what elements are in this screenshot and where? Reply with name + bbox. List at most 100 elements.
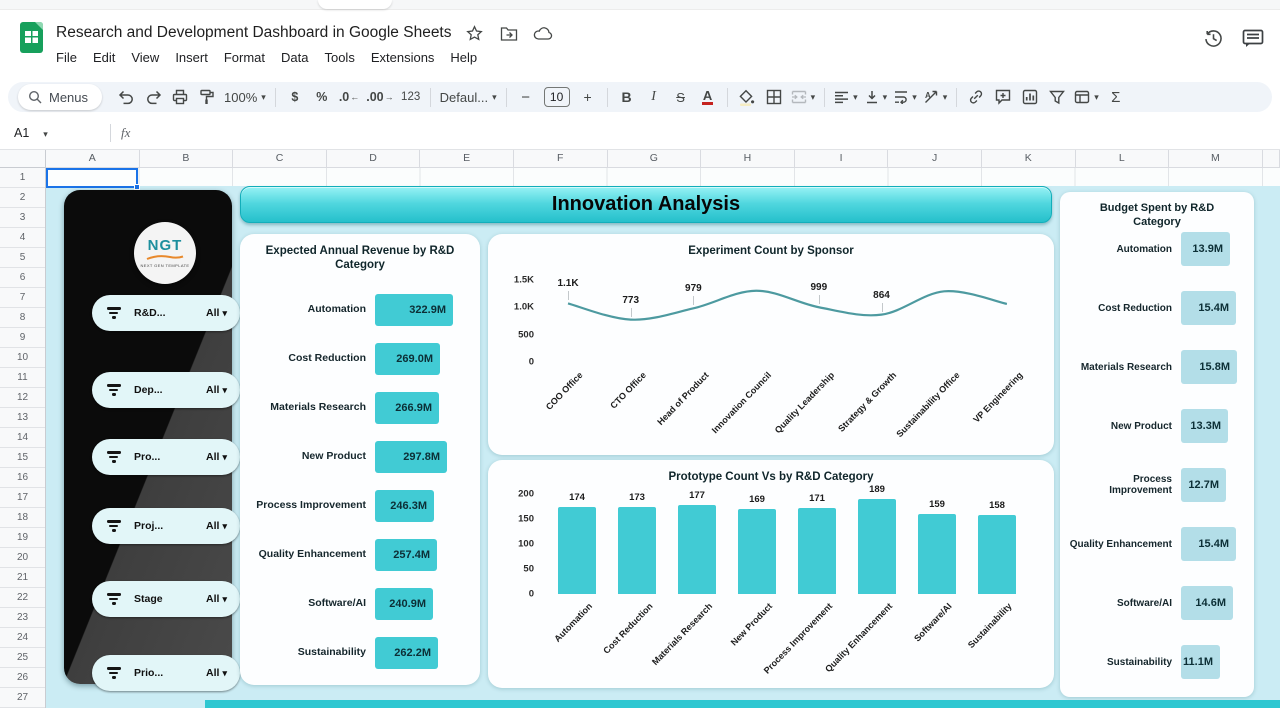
strikethrough-button[interactable]: S [668, 84, 694, 110]
menu-insert[interactable]: Insert [168, 47, 215, 68]
column-header-J[interactable]: J [888, 150, 982, 167]
filter-pill-proj[interactable]: Proj...All [92, 508, 240, 544]
sheets-logo-icon[interactable] [20, 22, 43, 53]
menu-format[interactable]: Format [217, 47, 272, 68]
row-header-15[interactable]: 15 [0, 448, 45, 468]
version-history-icon[interactable] [1203, 28, 1224, 49]
row-header-21[interactable]: 21 [0, 568, 45, 588]
experiment-line-chart-panel[interactable]: Experiment Count by Sponsor 1.5K1.0K5000… [488, 234, 1054, 455]
row-header-5[interactable]: 5 [0, 248, 45, 268]
text-wrap-button[interactable] [891, 84, 920, 110]
row-header-17[interactable]: 17 [0, 488, 45, 508]
insert-link-button[interactable] [963, 84, 989, 110]
column-header-H[interactable]: H [701, 150, 795, 167]
insert-chart-button[interactable] [1017, 84, 1043, 110]
menu-data[interactable]: Data [274, 47, 315, 68]
row-header-8[interactable]: 8 [0, 308, 45, 328]
decrease-font-size-button[interactable]: − [513, 84, 539, 110]
filter-value-dropdown[interactable]: All [206, 307, 227, 319]
column-header-F[interactable]: F [514, 150, 608, 167]
italic-button[interactable]: I [641, 84, 667, 110]
menu-tools[interactable]: Tools [317, 47, 361, 68]
text-rotation-button[interactable]: A [921, 84, 951, 110]
row-header-11[interactable]: 11 [0, 368, 45, 388]
filter-value-dropdown[interactable]: All [206, 451, 227, 463]
column-header-G[interactable]: G [608, 150, 702, 167]
font-select[interactable]: Defaul... [437, 84, 500, 110]
row-header-12[interactable]: 12 [0, 388, 45, 408]
prototype-bar-chart-panel[interactable]: Prototype Count Vs by R&D Category 20015… [488, 460, 1054, 688]
sheet-canvas[interactable]: NGT NEXT GEN TEMPLATE R&D...AllDep...All… [46, 168, 1280, 708]
revenue-chart-panel[interactable]: Expected Annual Revenue by R&D Category … [240, 234, 480, 685]
menu-view[interactable]: View [124, 47, 166, 68]
create-filter-button[interactable] [1044, 84, 1070, 110]
column-header-E[interactable]: E [420, 150, 514, 167]
row-header-13[interactable]: 13 [0, 408, 45, 428]
menus-search-button[interactable]: Menus [18, 84, 102, 110]
row-header-18[interactable]: 18 [0, 508, 45, 528]
document-title[interactable]: Research and Development Dashboard in Go… [56, 24, 452, 42]
print-button[interactable] [167, 84, 193, 110]
zoom-select[interactable]: 100% [221, 84, 269, 110]
column-header-I[interactable]: I [795, 150, 889, 167]
functions-button[interactable]: Σ [1103, 84, 1129, 110]
star-icon[interactable] [464, 22, 486, 44]
column-header-D[interactable]: D [327, 150, 421, 167]
row-header-10[interactable]: 10 [0, 348, 45, 368]
table-views-button[interactable] [1071, 84, 1102, 110]
comments-icon[interactable] [1242, 29, 1264, 48]
row-header-14[interactable]: 14 [0, 428, 45, 448]
font-size-input[interactable]: 10 [544, 87, 570, 107]
column-header-L[interactable]: L [1076, 150, 1170, 167]
filter-pill-prio[interactable]: Prio...All [92, 655, 240, 691]
filter-pill-dep[interactable]: Dep...All [92, 372, 240, 408]
percent-format-button[interactable]: % [309, 84, 335, 110]
more-formats-button[interactable]: 123 [398, 84, 424, 110]
currency-format-button[interactable]: $ [282, 84, 308, 110]
bold-button[interactable]: B [614, 84, 640, 110]
increase-decimals-button[interactable]: .00→ [363, 84, 396, 110]
row-header-20[interactable]: 20 [0, 548, 45, 568]
insert-comment-button[interactable] [990, 84, 1016, 110]
row-header-27[interactable]: 27 [0, 688, 45, 708]
filter-value-dropdown[interactable]: All [206, 520, 227, 532]
budget-chart-panel[interactable]: Budget Spent by R&D Category Automation1… [1060, 192, 1254, 697]
borders-button[interactable] [761, 84, 787, 110]
menu-help[interactable]: Help [443, 47, 484, 68]
name-box-caret-icon[interactable] [29, 126, 48, 140]
horizontal-align-button[interactable] [831, 84, 861, 110]
row-header-25[interactable]: 25 [0, 648, 45, 668]
paint-format-button[interactable] [194, 84, 220, 110]
filter-pill-rd[interactable]: R&D...All [92, 295, 240, 331]
filter-value-dropdown[interactable]: All [206, 384, 227, 396]
column-header-B[interactable]: B [140, 150, 234, 167]
row-header-26[interactable]: 26 [0, 668, 45, 688]
row-header-9[interactable]: 9 [0, 328, 45, 348]
column-header-partial[interactable] [1263, 150, 1280, 167]
select-all-corner[interactable] [0, 150, 46, 168]
row-header-6[interactable]: 6 [0, 268, 45, 288]
menu-file[interactable]: File [49, 47, 84, 68]
redo-button[interactable] [140, 84, 166, 110]
increase-font-size-button[interactable]: + [575, 84, 601, 110]
row-header-4[interactable]: 4 [0, 228, 45, 248]
name-box[interactable]: A1 [14, 126, 100, 140]
filter-pill-stage[interactable]: StageAll [92, 581, 240, 617]
row-header-16[interactable]: 16 [0, 468, 45, 488]
menu-edit[interactable]: Edit [86, 47, 122, 68]
row-header-2[interactable]: 2 [0, 188, 45, 208]
move-folder-icon[interactable] [498, 22, 520, 44]
selected-cell-a1[interactable] [46, 168, 138, 188]
filter-value-dropdown[interactable]: All [206, 593, 227, 605]
filter-pill-pro[interactable]: Pro...All [92, 439, 240, 475]
decrease-decimals-button[interactable]: .0← [336, 84, 362, 110]
row-header-24[interactable]: 24 [0, 628, 45, 648]
vertical-align-button[interactable] [862, 84, 891, 110]
menu-extensions[interactable]: Extensions [364, 47, 442, 68]
undo-button[interactable] [113, 84, 139, 110]
row-header-1[interactable]: 1 [0, 168, 45, 188]
row-header-22[interactable]: 22 [0, 588, 45, 608]
row-header-19[interactable]: 19 [0, 528, 45, 548]
column-header-M[interactable]: M [1169, 150, 1263, 167]
row-header-3[interactable]: 3 [0, 208, 45, 228]
